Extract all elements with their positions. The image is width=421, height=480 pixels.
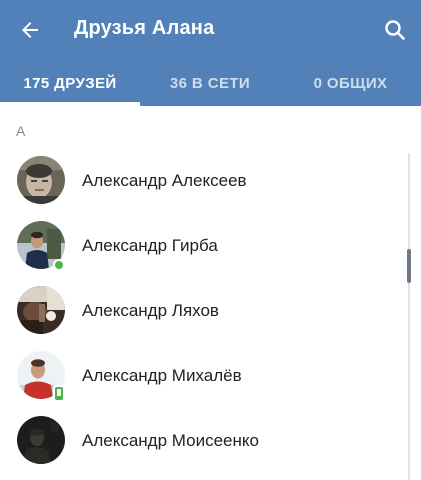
- friend-row[interactable]: Александр Моисеенко: [0, 408, 410, 473]
- section-header-letter: А: [16, 123, 26, 139]
- toolbar: Друзья Алана: [0, 0, 421, 60]
- online-indicator: [53, 259, 65, 271]
- avatar: [17, 416, 65, 464]
- friend-name: Александр Гирба: [82, 236, 218, 255]
- page-title: Друзья Алана: [74, 17, 215, 39]
- friend-name: Александр Михалёв: [82, 366, 242, 385]
- friend-name: Александр Ляхов: [82, 301, 219, 320]
- tab-indicator: [0, 102, 140, 106]
- friend-row[interactable]: Александр Гирба: [0, 213, 410, 278]
- tab-bar: 175 ДРУЗЕЙ 36 В СЕТИ 0 ОБЩИХ: [0, 60, 421, 106]
- search-icon: [385, 20, 405, 40]
- tab-online[interactable]: 36 В СЕТИ: [140, 60, 280, 106]
- scrollbar-track[interactable]: [408, 153, 410, 480]
- avatar: [17, 286, 65, 334]
- scrollbar-thumb[interactable]: [407, 249, 411, 283]
- search-button[interactable]: [377, 12, 413, 48]
- friend-row[interactable]: Александр Михалёв: [0, 343, 410, 408]
- friend-row[interactable]: Александр Алексеев: [0, 148, 410, 213]
- friend-name: Александр Алексеев: [82, 171, 247, 190]
- friend-name: Александр Моисеенко: [82, 431, 259, 450]
- mobile-online-indicator: [53, 385, 65, 402]
- tab-mutual[interactable]: 0 ОБЩИХ: [280, 60, 421, 106]
- tab-friends[interactable]: 175 ДРУЗЕЙ: [0, 60, 140, 106]
- back-button[interactable]: [12, 12, 48, 48]
- avatar: [17, 156, 65, 204]
- app-bar: Друзья Алана 175 ДРУЗЕЙ 36 В СЕТИ 0 ОБЩИ…: [0, 0, 421, 106]
- friend-row[interactable]: Александр Ляхов: [0, 278, 410, 343]
- arrow-left-icon: [22, 22, 38, 38]
